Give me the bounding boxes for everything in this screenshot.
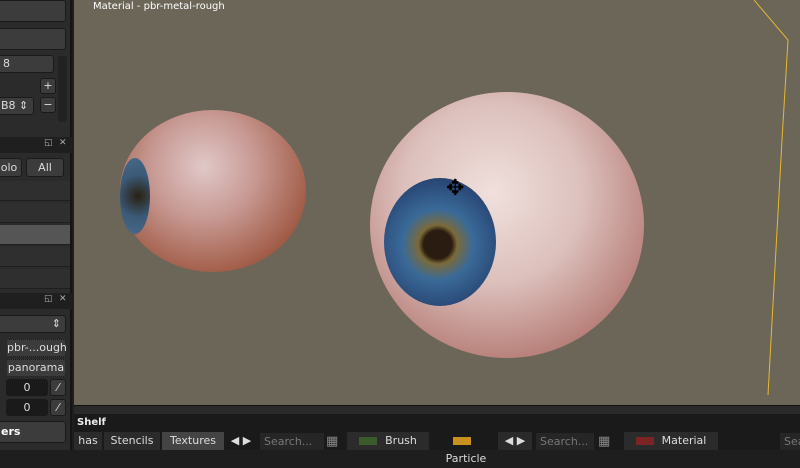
- value-field[interactable]: 0: [6, 399, 48, 416]
- float-icon[interactable]: ◱: [44, 294, 53, 304]
- divider[interactable]: [74, 405, 800, 414]
- scrollbar[interactable]: [58, 56, 67, 122]
- shelf-title: Shelf: [77, 417, 106, 428]
- picker-icon[interactable]: ⁄: [50, 379, 66, 396]
- all-button[interactable]: All: [26, 158, 64, 177]
- format-value: 8: [3, 57, 10, 70]
- brush-label: Brush: [385, 434, 417, 447]
- particle-button[interactable]: Particle: [434, 432, 498, 465]
- material-button[interactable]: Material: [624, 432, 718, 450]
- solo-label: olo: [0, 161, 18, 174]
- all-label: All: [38, 161, 52, 174]
- grid-view-icon[interactable]: ▦: [598, 434, 610, 449]
- field-value: 0: [23, 401, 31, 414]
- section-button[interactable]: ers: [0, 421, 66, 443]
- value-field[interactable]: 0: [6, 379, 48, 396]
- list-item[interactable]: [0, 203, 70, 223]
- panel-header: ◱ ✕: [0, 293, 72, 309]
- particle-swatch: [453, 437, 471, 445]
- shelf-panel: Shelf has Stencils Textures ◀ ▶ Search..…: [74, 414, 800, 465]
- tab-alphas[interactable]: has: [74, 432, 102, 450]
- list-item[interactable]: [0, 181, 70, 201]
- field-value: 0: [23, 381, 31, 394]
- tab-stencils[interactable]: Stencils: [104, 432, 160, 450]
- boundary-line: [754, 0, 789, 396]
- list-item[interactable]: [0, 269, 70, 289]
- search-input[interactable]: Sea: [780, 433, 800, 450]
- viewport-title: Material - pbr-metal-rough: [93, 1, 225, 12]
- section-label: ers: [1, 425, 21, 438]
- format2-value: B8: [1, 99, 16, 112]
- solo-button[interactable]: olo: [0, 158, 22, 177]
- brush-swatch: [359, 437, 378, 445]
- particle-label: Particle: [445, 452, 487, 465]
- brush-button[interactable]: Brush: [347, 432, 429, 450]
- left-panel: 8 + B8 ⇕ − ◱ ✕ olo All ◱ ✕ ⇕ pbr-...ough p…: [0, 0, 72, 450]
- grid-view-icon[interactable]: ▦: [326, 434, 338, 449]
- environment-button[interactable]: panorama: [6, 359, 66, 377]
- search-input[interactable]: Search...: [536, 433, 594, 450]
- 3d-viewport[interactable]: Material - pbr-metal-rough ✥: [74, 0, 800, 405]
- panel-button[interactable]: [0, 28, 66, 50]
- float-icon[interactable]: ◱: [44, 138, 53, 148]
- add-button[interactable]: +: [40, 78, 56, 94]
- picker-icon[interactable]: ⁄: [50, 399, 66, 416]
- shader-button[interactable]: pbr-...ough: [6, 339, 67, 357]
- move-cursor-icon: ✥: [446, 176, 465, 201]
- format-select[interactable]: 8: [0, 55, 54, 73]
- remove-button[interactable]: −: [40, 97, 56, 113]
- tab-textures[interactable]: Textures: [162, 432, 224, 450]
- material-label: Material: [661, 434, 707, 447]
- search-input[interactable]: Search...: [260, 433, 324, 450]
- panel-button[interactable]: [0, 0, 66, 22]
- shader-value: pbr-...ough: [7, 341, 67, 354]
- prev-next-arrows[interactable]: ◀ ▶: [498, 432, 532, 450]
- list-item-selected[interactable]: [0, 225, 70, 245]
- iris-large: [384, 178, 496, 306]
- list-item[interactable]: [0, 247, 70, 267]
- dropdown[interactable]: ⇕: [0, 315, 66, 333]
- format2-select[interactable]: B8 ⇕: [0, 97, 34, 115]
- panel-header: ◱ ✕: [0, 137, 72, 153]
- material-swatch: [635, 437, 654, 445]
- close-icon[interactable]: ✕: [59, 294, 67, 304]
- iris-small: [120, 158, 150, 234]
- environment-value: panorama: [7, 361, 65, 374]
- close-icon[interactable]: ✕: [59, 138, 67, 148]
- prev-next-arrows[interactable]: ◀ ▶: [226, 432, 256, 450]
